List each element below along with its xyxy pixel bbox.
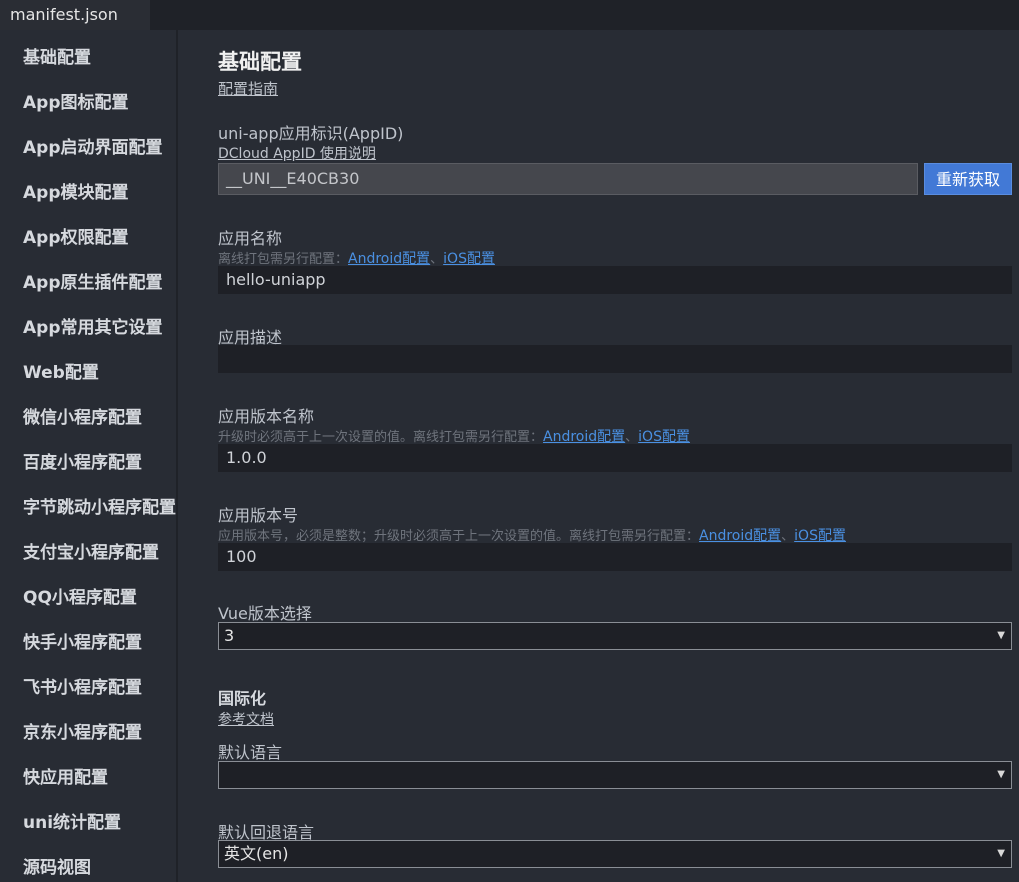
version-code-ios-link[interactable]: iOS配置 [794, 528, 846, 544]
version-code-hint-text: 应用版本号，必须是整数；升级时必须高于上一次设置的值。离线打包需另行配置： [218, 529, 700, 544]
sidebar-item-web[interactable]: Web配置 [23, 358, 99, 388]
sidebar-item-app-splash[interactable]: App启动界面配置 [23, 133, 163, 163]
app-name-hint: 离线打包需另行配置：Android配置、iOS配置 [218, 248, 495, 268]
default-lang-label: 默认语言 [218, 743, 283, 762]
appid-help-link[interactable]: DCloud AppID 使用说明 [218, 143, 376, 163]
sidebar-item-toutiao[interactable]: 字节跳动小程序配置 [23, 493, 176, 523]
sidebar-item-app-permissions[interactable]: App权限配置 [23, 223, 129, 253]
dropdown-arrow-icon: ▼ [997, 630, 1005, 641]
link-separator: 、 [625, 430, 639, 445]
vue-version-value: 3 [224, 626, 235, 645]
fallback-lang-select[interactable]: 英文(en) ▼ [218, 840, 1012, 868]
sidebar-item-weixin[interactable]: 微信小程序配置 [23, 403, 142, 433]
tab-bar: manifest.json [0, 0, 1019, 30]
version-name-ios-link[interactable]: iOS配置 [638, 429, 690, 445]
app-name-ios-link[interactable]: iOS配置 [443, 251, 495, 267]
version-name-input[interactable]: 1.0.0 [218, 444, 1012, 472]
sidebar-item-app-modules[interactable]: App模块配置 [23, 178, 129, 208]
version-name-label: 应用版本名称 [218, 407, 315, 426]
version-code-input[interactable]: 100 [218, 543, 1012, 571]
app-name-input[interactable]: hello-uniapp [218, 266, 1012, 294]
sidebar-item-source-view[interactable]: 源码视图 [23, 853, 91, 882]
version-code-hint: 应用版本号，必须是整数；升级时必须高于上一次设置的值。离线打包需另行配置：And… [218, 525, 846, 545]
refresh-appid-button[interactable]: 重新获取 [924, 163, 1012, 195]
vue-version-label: Vue版本选择 [218, 604, 312, 623]
link-separator: 、 [430, 252, 444, 267]
guide-link[interactable]: 配置指南 [218, 78, 278, 99]
sidebar: 基础配置 App图标配置 App启动界面配置 App模块配置 App权限配置 A… [0, 30, 178, 882]
appid-field: __UNI__E40CB30 [218, 163, 918, 195]
sidebar-item-jd[interactable]: 京东小程序配置 [23, 718, 142, 748]
version-name-hint: 升级时必须高于上一次设置的值。离线打包需另行配置：Android配置、iOS配置 [218, 426, 690, 446]
appid-label: uni-app应用标识(AppID) [218, 124, 404, 143]
version-code-label: 应用版本号 [218, 506, 299, 525]
sidebar-item-qq[interactable]: QQ小程序配置 [23, 583, 137, 613]
sidebar-item-quickapp[interactable]: 快应用配置 [23, 763, 108, 793]
sidebar-item-baidu[interactable]: 百度小程序配置 [23, 448, 142, 478]
version-name-android-link[interactable]: Android配置 [543, 429, 625, 445]
version-code-android-link[interactable]: Android配置 [699, 528, 781, 544]
sidebar-item-app-native-plugins[interactable]: App原生插件配置 [23, 268, 163, 298]
default-lang-select[interactable]: ▼ [218, 761, 1012, 789]
sidebar-item-basic[interactable]: 基础配置 [23, 43, 91, 73]
main-panel: 基础配置 配置指南 uni-app应用标识(AppID) DCloud AppI… [178, 30, 1019, 882]
sidebar-item-feishu[interactable]: 飞书小程序配置 [23, 673, 142, 703]
page-title: 基础配置 [218, 50, 302, 74]
dropdown-arrow-icon: ▼ [997, 848, 1005, 859]
vue-version-select[interactable]: 3 ▼ [218, 622, 1012, 650]
app-name-label: 应用名称 [218, 229, 283, 248]
i18n-doc-link[interactable]: 参考文档 [218, 709, 274, 729]
sidebar-item-app-icon[interactable]: App图标配置 [23, 88, 129, 118]
app-desc-input[interactable] [218, 345, 1012, 373]
sidebar-item-kuaishou[interactable]: 快手小程序配置 [23, 628, 142, 658]
app-name-android-link[interactable]: Android配置 [348, 251, 430, 267]
version-name-hint-text: 升级时必须高于上一次设置的值。离线打包需另行配置： [218, 430, 544, 445]
i18n-title: 国际化 [218, 689, 267, 708]
fallback-lang-value: 英文(en) [224, 844, 289, 863]
tab-manifest-json[interactable]: manifest.json [0, 0, 150, 30]
sidebar-item-app-other[interactable]: App常用其它设置 [23, 313, 163, 343]
link-separator: 、 [781, 529, 795, 544]
sidebar-item-alipay[interactable]: 支付宝小程序配置 [23, 538, 159, 568]
dropdown-arrow-icon: ▼ [997, 769, 1005, 780]
sidebar-item-uni-stat[interactable]: uni统计配置 [23, 808, 121, 838]
app-name-hint-text: 离线打包需另行配置： [218, 252, 349, 267]
